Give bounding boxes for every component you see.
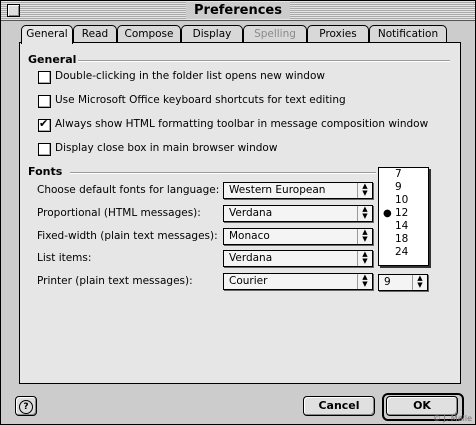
font-proportional-popup[interactable]: Verdana ▲ ▼ [223, 205, 373, 222]
help-button[interactable]: ? [15, 396, 37, 416]
popup-arrows-icon: ▲ ▼ [357, 183, 372, 198]
tab-spelling: Spelling [243, 25, 307, 43]
font-fixed-width-popup[interactable]: Monaco ▲ ▼ [223, 228, 373, 245]
font-printer-popup[interactable]: Courier ▲ ▼ [223, 273, 373, 290]
tab-general[interactable]: General [21, 25, 73, 44]
option-office-shortcuts-label: Use Microsoft Office keyboard shortcuts … [55, 94, 346, 106]
close-box[interactable] [7, 4, 20, 17]
size-menu-item[interactable]: 10 [379, 194, 428, 207]
tab-notification[interactable]: Notification [369, 25, 447, 43]
selected-bullet-icon: ● [383, 208, 392, 219]
printer-size-value: 9 [384, 276, 391, 288]
printer-size-popup[interactable]: 9 ▲ ▼ [378, 274, 428, 291]
font-language-popup[interactable]: Western European ▲ ▼ [223, 182, 373, 199]
font-fixed-width-label: Fixed-width (plain text messages): [37, 230, 218, 242]
title-bar[interactable]: Preferences [1, 1, 475, 21]
ok-button[interactable]: OK [386, 396, 458, 416]
font-printer-value: Courier [229, 275, 268, 287]
option-double-click-label: Double-clicking in the folder list opens… [55, 70, 325, 82]
option-close-box-checkbox[interactable] [38, 143, 51, 156]
tab-proxies[interactable]: Proxies [307, 25, 369, 43]
size-menu-item-selected[interactable]: ● 12 [379, 207, 428, 220]
font-language-value: Western European [229, 184, 326, 196]
option-html-toolbar-label: Always show HTML formatting toolbar in m… [55, 118, 429, 130]
help-icon: ? [19, 400, 33, 414]
size-menu-item[interactable]: 18 [379, 233, 428, 246]
font-proportional-label: Proportional (HTML messages): [37, 207, 201, 219]
option-office-shortcuts-checkbox[interactable] [38, 95, 51, 108]
font-list-items-value: Verdana [229, 252, 273, 264]
window-title: Preferences [186, 2, 290, 19]
font-language-label: Choose default fonts for language: [37, 184, 220, 196]
popup-arrows-icon: ▲ ▼ [357, 206, 372, 221]
tab-compose[interactable]: Compose [117, 25, 181, 43]
cancel-button[interactable]: Cancel [303, 396, 375, 416]
copyright-watermark: © J. Melle [432, 414, 472, 423]
option-close-box-label: Display close box in main browser window [55, 142, 278, 154]
size-menu-item[interactable]: 14 [379, 220, 428, 233]
option-html-toolbar-checkbox[interactable] [38, 117, 51, 132]
font-list-items-label: List items: [37, 252, 92, 264]
font-list-items-popup[interactable]: Verdana ▲ ▼ [223, 250, 373, 267]
font-fixed-width-value: Monaco [229, 230, 270, 242]
popup-arrows-icon: ▲ ▼ [412, 275, 427, 290]
size-menu-item[interactable]: 7 [379, 168, 428, 181]
popup-arrows-icon: ▲ ▼ [357, 251, 372, 266]
tab-read[interactable]: Read [73, 25, 117, 43]
popup-arrows-icon: ▲ ▼ [357, 274, 372, 289]
general-divider [78, 60, 450, 62]
font-size-menu: 7 9 10 ● 12 14 18 24 [378, 167, 429, 266]
fonts-heading: Fonts [28, 165, 63, 178]
fonts-divider [70, 172, 376, 174]
tab-display[interactable]: Display [181, 25, 243, 43]
popup-arrows-icon: ▲ ▼ [357, 229, 372, 244]
preferences-window: Preferences General Read Compose Display… [0, 0, 476, 425]
font-printer-label: Printer (plain text messages): [37, 275, 193, 287]
size-menu-item[interactable]: 24 [379, 246, 428, 259]
option-double-click-checkbox[interactable] [38, 71, 51, 84]
general-heading: General [28, 53, 77, 66]
font-proportional-value: Verdana [229, 207, 273, 219]
size-menu-item[interactable]: 9 [379, 181, 428, 194]
